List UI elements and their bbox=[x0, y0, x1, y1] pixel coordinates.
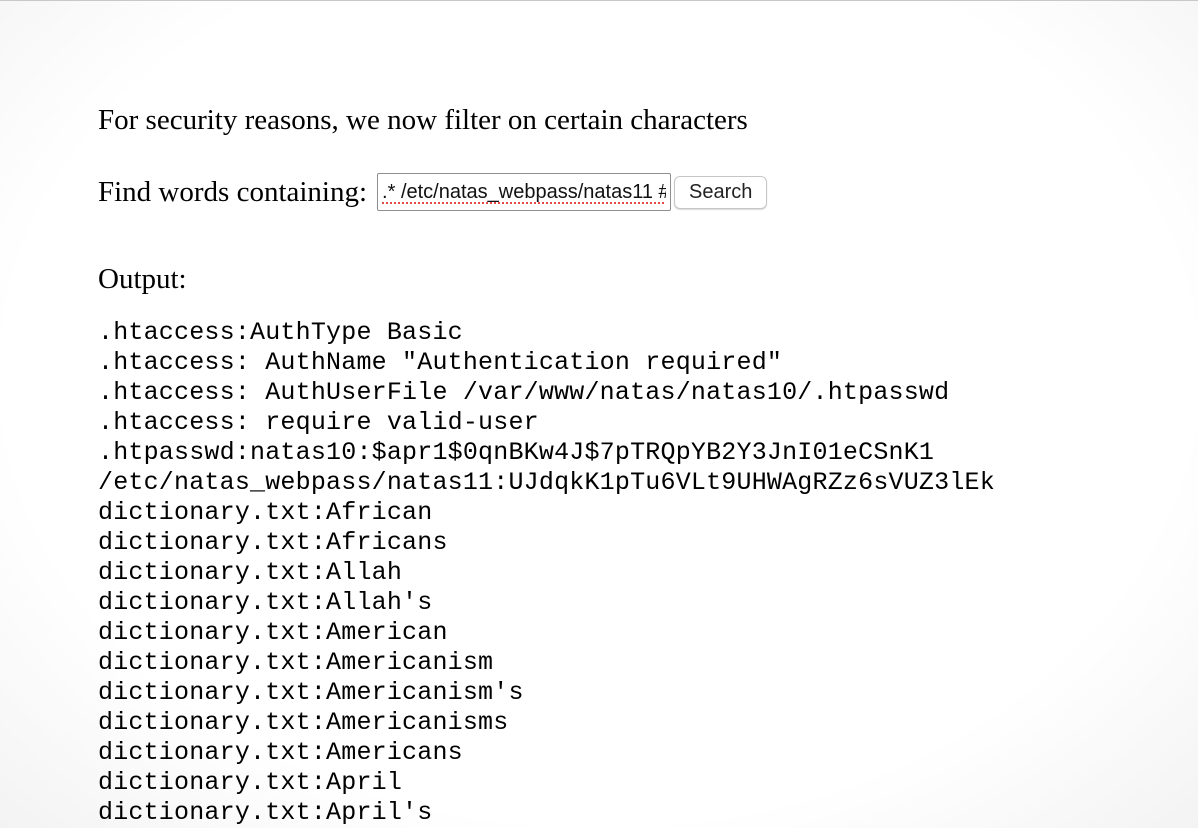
search-input[interactable] bbox=[377, 173, 672, 211]
output-heading: Output: bbox=[98, 263, 187, 295]
output-line: dictionary.txt:Africans bbox=[98, 528, 448, 557]
output-line: .htaccess: require valid-user bbox=[98, 408, 539, 437]
page-content: For security reasons, we now filter on c… bbox=[98, 100, 1158, 828]
output-line: dictionary.txt:April bbox=[98, 768, 403, 797]
output-line: dictionary.txt:Americans bbox=[98, 738, 463, 767]
output-line: dictionary.txt:African bbox=[98, 498, 433, 527]
output-line: dictionary.txt:Americanism bbox=[98, 648, 494, 677]
output-line: /etc/natas_webpass/natas11:UJdqkK1pTu6VL… bbox=[98, 468, 995, 497]
output-line: .htaccess: AuthUserFile /var/www/natas/n… bbox=[98, 378, 950, 407]
output-line: dictionary.txt:Americanism's bbox=[98, 678, 524, 707]
output-line: dictionary.txt:April's bbox=[98, 798, 433, 827]
output-line: dictionary.txt:Allah's bbox=[98, 588, 433, 617]
search-label: Find words containing: bbox=[98, 176, 368, 208]
output-line: .htaccess:AuthType Basic bbox=[98, 318, 463, 347]
browser-page: For security reasons, we now filter on c… bbox=[0, 0, 1198, 828]
output-line: dictionary.txt:American bbox=[98, 618, 448, 647]
output-line: .htaccess: AuthName "Authentication requ… bbox=[98, 348, 783, 377]
output-line: .htpasswd:natas10:$apr1$0qnBKw4J$7pTRQpY… bbox=[98, 438, 935, 467]
search-form: Find words containing: Search bbox=[98, 172, 1158, 212]
output-line: dictionary.txt:Americanisms bbox=[98, 708, 509, 737]
output-line: dictionary.txt:Allah bbox=[98, 558, 403, 587]
security-notice: For security reasons, we now filter on c… bbox=[98, 104, 748, 136]
search-button[interactable]: Search bbox=[674, 175, 768, 209]
output-list: .htaccess:AuthType Basic .htaccess: AuthN… bbox=[98, 318, 1158, 828]
